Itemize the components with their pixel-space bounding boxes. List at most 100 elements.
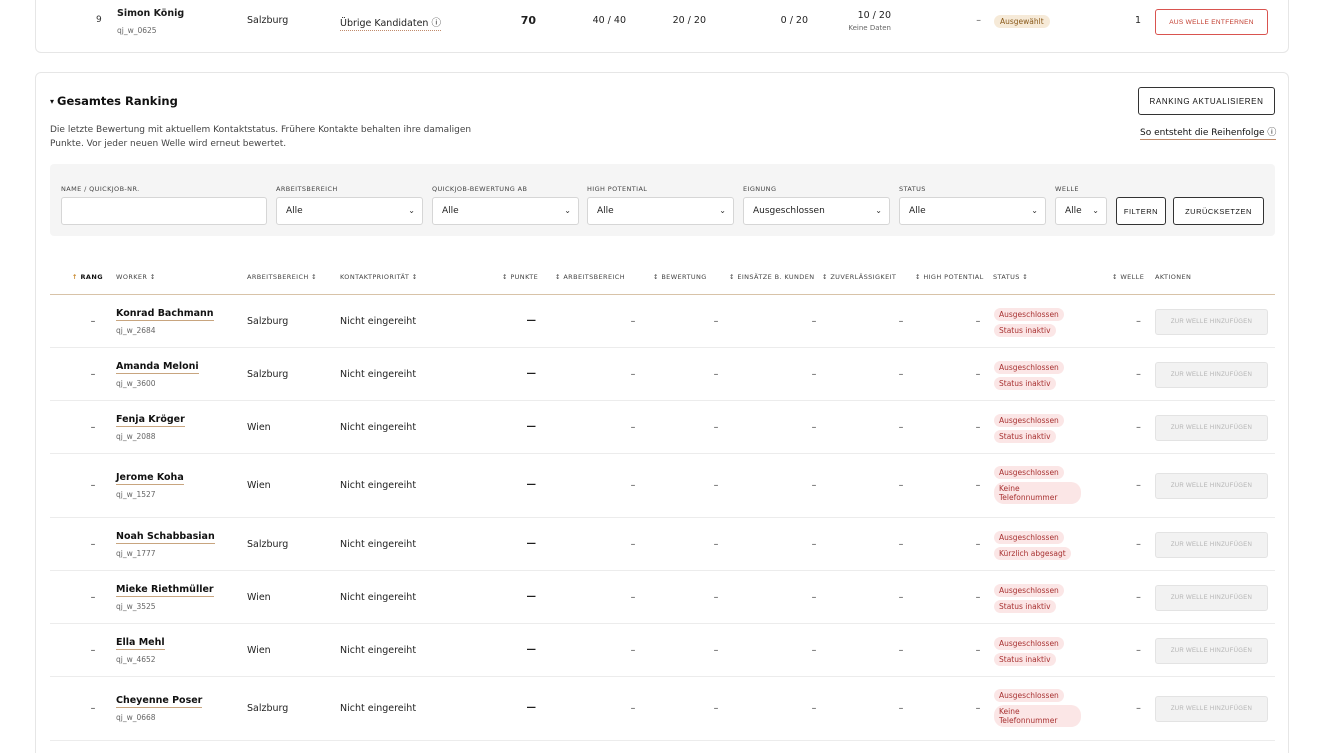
add-to-wave-button[interactable]: ZUR WELLE HINZUFÜGEN bbox=[1155, 531, 1268, 558]
add-to-wave-button[interactable]: ZUR WELLE HINZUFÜGEN bbox=[1155, 361, 1268, 388]
add-to-wave-button[interactable]: ZUR WELLE HINZUFÜGEN bbox=[1155, 696, 1268, 722]
column-header-status[interactable]: STATUS ↕ bbox=[993, 273, 1028, 281]
column-header-label: BEWERTUNG bbox=[661, 273, 707, 281]
row-area: Salzburg bbox=[247, 368, 289, 380]
column-header-rank[interactable]: ↑ RANG bbox=[72, 273, 103, 281]
row-area: Salzburg bbox=[247, 538, 289, 550]
column-header-high-potential[interactable]: ↕ HIGH POTENTIAL bbox=[915, 273, 984, 281]
worker-id: qj_w_2684 bbox=[116, 325, 156, 335]
add-to-wave-button[interactable]: ZUR WELLE HINZUFÜGEN bbox=[1155, 473, 1268, 499]
row-reliability-score: – bbox=[898, 368, 904, 380]
add-to-wave-button[interactable]: ZUR WELLE HINZUFÜGEN bbox=[1155, 308, 1268, 335]
row-area-score: 40 / 40 bbox=[592, 15, 626, 26]
table-row: – Fenja Kröger qj_w_2088 Wien Nicht eingerei… bbox=[50, 401, 1275, 454]
add-to-wave-button[interactable]: ZUR WELLE HINZUFÜGEN bbox=[1155, 414, 1268, 441]
row-wave: – bbox=[1136, 538, 1141, 550]
row-rank: – bbox=[90, 480, 96, 491]
rating-select[interactable]: Alle ⌄ bbox=[432, 197, 579, 225]
row-rank: – bbox=[90, 591, 96, 603]
table-row: – Konrad Bachmann qj_w_2684 Salzburg Nicht e… bbox=[50, 295, 1275, 348]
row-points: — bbox=[526, 702, 537, 713]
worker-name-link[interactable]: Konrad Bachmann bbox=[116, 308, 214, 321]
worker-name-link[interactable]: Noah Schabbasian bbox=[116, 531, 215, 544]
ranking-card: ▾ Gesamtes Ranking Die letzte Bewertung … bbox=[35, 72, 1289, 753]
row-wave: – bbox=[1136, 368, 1141, 380]
row-missions-score: – bbox=[811, 644, 817, 656]
row-reliability-score: 10 / 20 bbox=[857, 10, 891, 21]
name-filter-label: NAME / QUICKJOB-NR. bbox=[61, 185, 140, 193]
reset-button[interactable]: ZURÜCKSETZEN bbox=[1173, 197, 1264, 225]
row-priority[interactable]: Übrige Kandidaten ⓘ bbox=[340, 15, 441, 31]
sort-icon: ↕ bbox=[411, 273, 418, 281]
row-missions-score: – bbox=[811, 591, 817, 603]
row-area: Wien bbox=[247, 591, 271, 603]
area-select[interactable]: Alle ⌄ bbox=[276, 197, 423, 225]
column-header-wave[interactable]: ↕ WELLE bbox=[1112, 273, 1144, 281]
column-header-label: EINSÄTZE B. KUNDEN bbox=[737, 273, 815, 281]
filter-panel: NAME / QUICKJOB-NR. ARBEITSBEREICH Alle ⌄… bbox=[50, 164, 1275, 236]
row-rank: 9 bbox=[96, 15, 102, 25]
row-rank: – bbox=[90, 644, 96, 656]
worker-name-link[interactable]: Fenja Kröger bbox=[116, 414, 185, 427]
row-priority: Nicht eingereiht bbox=[340, 315, 417, 327]
row-area-score: – bbox=[630, 315, 636, 327]
column-header-reliability[interactable]: ↕ ZUVERLÄSSIGKEIT bbox=[822, 273, 896, 281]
column-header-priority[interactable]: KONTAKTPRIORITÄT ↕ bbox=[340, 273, 418, 281]
row-area-score: – bbox=[630, 421, 636, 433]
sort-icon: ↕ bbox=[915, 273, 921, 281]
row-priority: Nicht eingereiht bbox=[340, 703, 417, 714]
info-icon[interactable]: ⓘ bbox=[431, 18, 441, 29]
column-header-area[interactable]: ARBEITSBEREICH ↕ bbox=[247, 273, 317, 281]
section-toggle[interactable]: ▾ Gesamtes Ranking bbox=[50, 94, 178, 108]
section-description: Die letzte Bewertung mit aktuellem Konta… bbox=[50, 123, 480, 151]
column-header-rating[interactable]: ↕ BEWERTUNG bbox=[653, 273, 707, 281]
add-to-wave-button[interactable]: ZUR WELLE HINZUFÜGEN bbox=[1155, 584, 1268, 611]
high-potential-select[interactable]: Alle ⌄ bbox=[587, 197, 734, 225]
status-badge: Ausgeschlossen bbox=[994, 689, 1064, 702]
name-search-input[interactable] bbox=[61, 197, 267, 225]
row-points: — bbox=[526, 590, 537, 602]
sort-icon: ↕ bbox=[653, 273, 659, 281]
row-wave: – bbox=[1136, 591, 1141, 603]
worker-name-link[interactable]: Amanda Meloni bbox=[116, 361, 199, 374]
row-high-potential: – bbox=[975, 421, 981, 433]
worker-name-link[interactable]: Simon König bbox=[117, 8, 184, 19]
column-header-area-score[interactable]: ↕ ARBEITSBEREICH bbox=[555, 273, 625, 281]
column-header-worker[interactable]: WORKER ↕ bbox=[116, 273, 156, 281]
fit-select[interactable]: Ausgeschlossen ⌄ bbox=[743, 197, 890, 225]
row-wave: 1 bbox=[1134, 15, 1141, 26]
row-reliability-score: – bbox=[898, 315, 904, 327]
ranking-explanation-link[interactable]: So entsteht die Reihenfolge ⓘ bbox=[1140, 125, 1277, 140]
status-badge: Ausgeschlossen bbox=[994, 466, 1064, 479]
status-badges: Ausgeschlossen Status inaktiv bbox=[994, 636, 1064, 666]
column-header-points[interactable]: ↕ PUNKTE bbox=[502, 273, 538, 281]
wave-select[interactable]: Alle ⌄ bbox=[1055, 197, 1107, 225]
worker-id: qj_w_4652 bbox=[116, 654, 156, 664]
row-rating-score: – bbox=[713, 703, 719, 714]
worker-name-link[interactable]: Jerome Koha bbox=[116, 472, 184, 485]
column-header-missions[interactable]: ↕ EINSÄTZE B. KUNDEN bbox=[729, 273, 814, 281]
remove-from-wave-button[interactable]: AUS WELLE ENTFERNEN bbox=[1155, 9, 1268, 35]
status-select[interactable]: Alle ⌄ bbox=[899, 197, 1046, 225]
sort-asc-icon: ↑ bbox=[72, 273, 78, 281]
filter-button[interactable]: FILTERN bbox=[1116, 197, 1166, 225]
add-to-wave-button[interactable]: ZUR WELLE HINZUFÜGEN bbox=[1155, 637, 1268, 664]
row-rank: – bbox=[90, 538, 96, 550]
sort-icon: ↕ bbox=[1112, 273, 1118, 281]
row-points: — bbox=[526, 420, 537, 432]
row-area-score: – bbox=[630, 644, 636, 656]
status-badge: Ausgeschlossen bbox=[994, 530, 1064, 544]
row-high-potential: – bbox=[975, 538, 981, 550]
worker-name-link[interactable]: Ella Mehl bbox=[116, 637, 165, 650]
description-line: Punkte. Vor jeder neuen Welle wird erneu… bbox=[50, 139, 287, 149]
row-rating-score: – bbox=[713, 538, 719, 550]
status-badge: Ausgeschlossen bbox=[994, 413, 1064, 427]
row-points: — bbox=[526, 479, 537, 490]
row-high-potential: – bbox=[975, 368, 981, 380]
table-row: – Amanda Meloni qj_w_3600 Salzburg Nicht ein… bbox=[50, 348, 1275, 401]
worker-name-link[interactable]: Cheyenne Poser bbox=[116, 695, 203, 708]
column-header-label: ARBEITSBEREICH bbox=[247, 273, 309, 281]
row-rating-score: – bbox=[713, 480, 719, 491]
worker-name-link[interactable]: Mieke Riethmüller bbox=[116, 584, 214, 597]
refresh-ranking-button[interactable]: RANKING AKTUALISIEREN bbox=[1138, 87, 1275, 115]
